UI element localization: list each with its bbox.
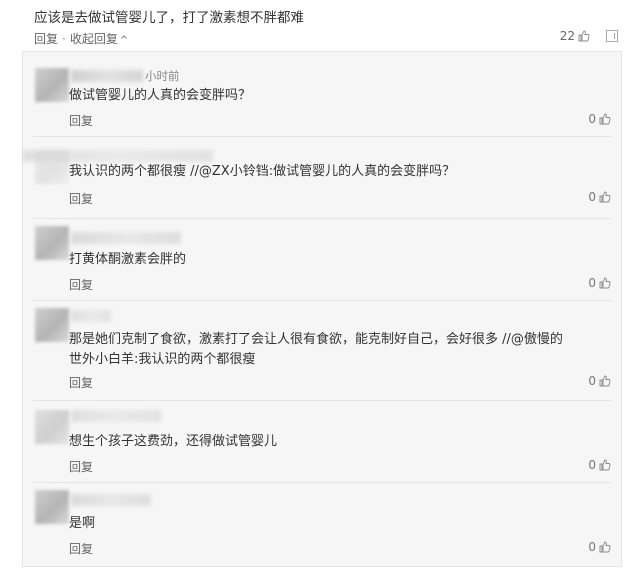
- reply-button[interactable]: 回复: [69, 374, 93, 391]
- thumbs-up-icon: [599, 113, 611, 125]
- thumbs-up-icon: [578, 30, 590, 42]
- separator: ·: [62, 32, 66, 46]
- divider: [33, 136, 611, 137]
- reply-item: 那是她们克制了食欲，激素打了会让人很有食欲，能克制好自己，会好很多 //@傲慢的…: [23, 304, 621, 394]
- top-comment: 应该是去做试管婴儿了，打了激素想不胖都难 回复 · 收起回复 ^ 22: [0, 0, 640, 56]
- like-count: 0: [588, 276, 596, 290]
- reply-time: 小时前: [145, 69, 180, 83]
- like-button[interactable]: 0: [588, 540, 611, 554]
- divider: [33, 400, 611, 401]
- username-blurred: [71, 494, 151, 506]
- top-comment-actions: 回复 · 收起回复 ^: [34, 30, 128, 47]
- reply-button[interactable]: 回复: [69, 540, 93, 557]
- username-blurred: [71, 70, 143, 82]
- avatar: [35, 410, 69, 444]
- thumbs-up-icon: [599, 459, 611, 471]
- replies-panel: 小时前 做试管婴儿的人真的会变胖吗？ 回复 0 我认识的两个都很瘦 //@ZX小…: [22, 51, 622, 567]
- like-count: 22: [559, 29, 575, 43]
- divider: [33, 218, 611, 219]
- like-count: 0: [588, 540, 596, 554]
- reply-button[interactable]: 回复: [69, 276, 93, 293]
- reply-text-continued: 世外小白羊:我认识的两个都很瘦: [69, 352, 256, 367]
- like-button[interactable]: 0: [588, 276, 611, 290]
- thumbs-up-icon: [599, 375, 611, 387]
- chevron-up-icon: ^: [119, 35, 129, 46]
- divider: [33, 300, 611, 301]
- divider: [33, 482, 611, 483]
- collapse-replies-label: 收起回复: [69, 32, 118, 46]
- more-options-icon[interactable]: [606, 30, 618, 42]
- like-button[interactable]: 0: [588, 190, 611, 204]
- avatar: [35, 308, 69, 342]
- username-blurred: [71, 410, 161, 422]
- reply-button[interactable]: 回复: [69, 190, 93, 207]
- reply-item: 我认识的两个都很瘦 //@ZX小铃铛:做试管婴儿的人真的会变胖吗？ 回复 0: [23, 142, 621, 218]
- reply-text: 是啊: [69, 516, 96, 531]
- reply-text: 想生个孩子这费劲，还得做试管婴儿: [69, 434, 278, 449]
- collapse-replies-button[interactable]: 收起回复 ^: [70, 32, 128, 46]
- reply-item: 打黄体酮激素会胖的 回复 0: [23, 222, 621, 302]
- avatar: [35, 68, 69, 102]
- reply-button[interactable]: 回复: [69, 112, 93, 129]
- reply-text: 我认识的两个都很瘦 //@ZX小铃铛:做试管婴儿的人真的会变胖吗？: [69, 164, 456, 179]
- like-count: 0: [588, 190, 596, 204]
- like-count: 0: [588, 458, 596, 472]
- avatar: [35, 490, 69, 524]
- reply-text: 打黄体酮激素会胖的: [69, 252, 187, 267]
- username-blurred: [71, 310, 111, 322]
- like-count: 0: [588, 112, 596, 126]
- reply-text: 做试管婴儿的人真的会变胖吗？: [69, 88, 252, 103]
- reply-item: 是啊 回复 0: [23, 486, 621, 566]
- reply-button[interactable]: 回复: [34, 32, 58, 46]
- username-blurred: [71, 232, 181, 244]
- username-blurred: [23, 150, 213, 162]
- like-button[interactable]: 0: [588, 458, 611, 472]
- reply-item: 小时前 做试管婴儿的人真的会变胖吗？ 回复 0: [23, 52, 621, 132]
- reply-button[interactable]: 回复: [69, 458, 93, 475]
- like-count: 0: [588, 374, 596, 388]
- thumbs-up-icon: [599, 541, 611, 553]
- top-comment-text: 应该是去做试管婴儿了，打了激素想不胖都难: [34, 10, 304, 26]
- like-button[interactable]: 0: [588, 112, 611, 126]
- reply-text: 那是她们克制了食欲，激素打了会让人很有食欲，能克制好自己，会好很多 //@傲慢的: [69, 332, 563, 347]
- reply-item: 想生个孩子这费劲，还得做试管婴儿 回复 0: [23, 404, 621, 484]
- like-button[interactable]: 0: [588, 374, 611, 388]
- like-button[interactable]: 22: [560, 29, 590, 43]
- thumbs-up-icon: [599, 191, 611, 203]
- avatar: [35, 226, 69, 260]
- thumbs-up-icon: [599, 277, 611, 289]
